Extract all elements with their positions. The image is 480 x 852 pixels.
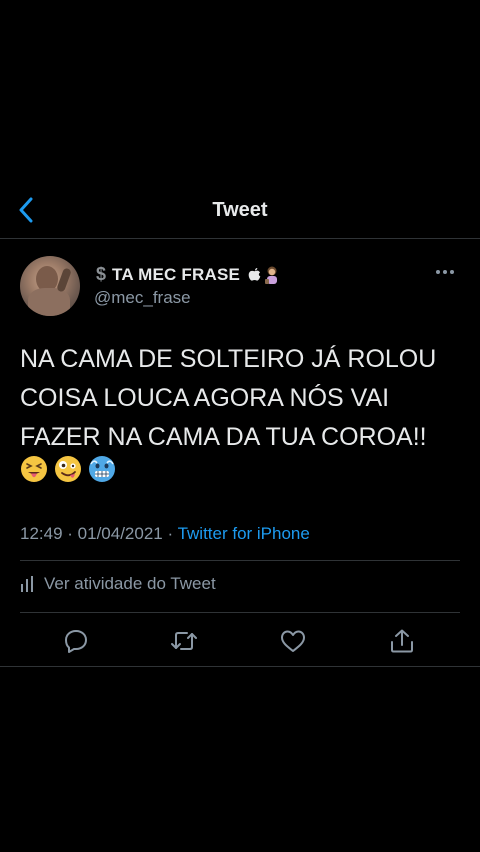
tweet-actions — [20, 624, 460, 658]
squinting-tongue-emoji — [21, 456, 47, 482]
tweet-date: 01/04/2021 — [77, 524, 163, 543]
cold-face-emoji — [89, 456, 115, 482]
tweet-time: 12:49 — [20, 524, 63, 543]
more-options-button[interactable] — [430, 262, 460, 282]
name-emoji-badges — [248, 265, 281, 285]
reply-button[interactable] — [59, 624, 93, 658]
zany-face-emoji — [55, 456, 81, 482]
like-button[interactable] — [276, 624, 310, 658]
ellipsis-icon — [436, 270, 454, 274]
share-icon — [391, 629, 413, 653]
meta-separator: · — [62, 524, 78, 543]
dollar-sign-icon: $ — [96, 264, 107, 284]
retweet-button[interactable] — [167, 624, 201, 658]
display-name: TA MEC FRASE — [112, 264, 241, 284]
apple-icon — [248, 268, 261, 281]
share-button[interactable] — [385, 624, 419, 658]
author-name-row[interactable]: $ TA MEC FRASE — [96, 264, 281, 285]
top-bar: Tweet — [0, 186, 480, 239]
heart-icon — [281, 630, 305, 652]
activity-label: Ver atividade do Tweet — [44, 574, 216, 593]
retweet-icon — [171, 632, 197, 650]
tweet-text-line: FAZER NA CAMA DA TUA COROA!! — [20, 423, 427, 451]
page-title: Tweet — [212, 199, 268, 221]
divider — [20, 560, 460, 561]
meta-separator: · — [162, 524, 178, 543]
avatar[interactable] — [20, 256, 80, 316]
tweet-text: NA CAMA DE SOLTEIRO JÁ ROLOU COISA LOUCA… — [20, 340, 460, 457]
person-emoji-icon — [265, 266, 278, 284]
tweet-emojis — [20, 455, 116, 483]
divider — [20, 612, 460, 613]
tweet-activity-button[interactable]: Ver atividade do Tweet — [20, 574, 216, 594]
tweet-text-line: COISA LOUCA AGORA NÓS VAI — [20, 384, 390, 412]
reply-icon — [65, 630, 87, 653]
divider — [0, 666, 480, 667]
bar-chart-icon — [21, 576, 33, 592]
tweet-client-link[interactable]: Twitter for iPhone — [178, 524, 310, 543]
tweet-meta: 12:49 · 01/04/2021 · Twitter for iPhone — [20, 524, 310, 544]
tweet-text-line: NA CAMA DE SOLTEIRO JÁ ROLOU — [20, 345, 437, 373]
tweet-page: Tweet $ TA MEC FRASE @mec_frase NA CAMA … — [0, 0, 480, 852]
author-handle[interactable]: @mec_frase — [94, 288, 191, 308]
